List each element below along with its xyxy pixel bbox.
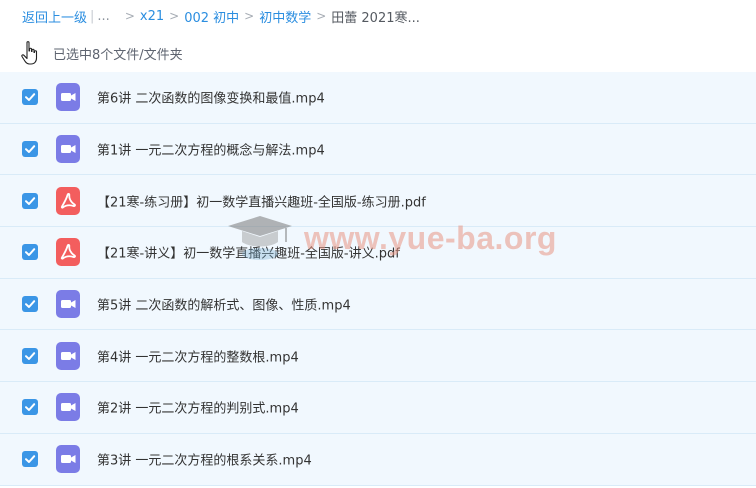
file-name[interactable]: 第3讲 一元二次方程的根系关系.mp4 [97, 450, 312, 469]
file-row[interactable]: 【21寒-讲义】初一数学直播兴趣班-全国版-讲义.pdf [0, 227, 756, 279]
back-link[interactable]: 返回上一级 [22, 7, 87, 26]
checkbox-checked[interactable] [22, 192, 38, 209]
video-file-icon [56, 290, 80, 319]
file-row[interactable]: 第2讲 一元二次方程的判别式.mp4 [0, 382, 756, 434]
file-name[interactable]: 第2讲 一元二次方程的判别式.mp4 [97, 398, 299, 417]
checkbox-checked[interactable] [22, 89, 38, 106]
hand-pointer-icon [20, 40, 42, 66]
file-name[interactable]: 第6讲 二次函数的图像变换和最值.mp4 [97, 88, 325, 107]
breadcrumb-chevron-icon: > [124, 9, 135, 23]
selection-bar: 已选中8个文件/文件夹 [0, 32, 756, 72]
breadcrumb-chevron-icon: > [316, 9, 327, 23]
checkbox-checked[interactable] [22, 451, 38, 468]
file-row[interactable]: 第6讲 二次函数的图像变换和最值.mp4 [0, 72, 756, 124]
breadcrumb-current: 田蕾 2021寒... [331, 10, 420, 26]
file-name[interactable]: 【21寒-练习册】初一数学直播兴趣班-全国版-练习册.pdf [97, 191, 426, 210]
file-name[interactable]: 【21寒-讲义】初一数学直播兴趣班-全国版-讲义.pdf [97, 243, 400, 262]
video-file-icon [56, 83, 80, 112]
checkbox-checked[interactable] [22, 347, 38, 364]
breadcrumb-item-math[interactable]: 初中数学 [259, 7, 311, 26]
pdf-file-icon [56, 186, 80, 215]
breadcrumb-chevron-icon: > [244, 9, 255, 23]
file-row[interactable]: 第4讲 一元二次方程的整数根.mp4 [0, 330, 756, 383]
file-row[interactable]: 第5讲 二次函数的解析式、图像、性质.mp4 [0, 278, 756, 331]
file-name[interactable]: 第4讲 一元二次方程的整数根.mp4 [97, 346, 299, 365]
video-file-icon [56, 445, 80, 474]
checkbox-checked[interactable] [22, 141, 38, 158]
breadcrumb-item-x21[interactable]: x21 [140, 9, 164, 24]
video-file-icon [56, 135, 80, 164]
breadcrumb: 返回上一级 | ... > x21 > 002 初中 > 初中数学 > 田蕾 2… [0, 0, 756, 32]
file-name[interactable]: 第1讲 一元二次方程的概念与解法.mp4 [97, 140, 325, 159]
video-file-icon [56, 393, 80, 422]
pdf-file-icon [56, 238, 80, 267]
file-row[interactable]: 【21寒-练习册】初一数学直播兴趣班-全国版-练习册.pdf [0, 175, 756, 228]
breadcrumb-ellipsis[interactable]: ... [97, 9, 109, 24]
checkbox-checked[interactable] [22, 244, 38, 261]
file-name[interactable]: 第5讲 二次函数的解析式、图像、性质.mp4 [97, 295, 351, 314]
file-row[interactable]: 第1讲 一元二次方程的概念与解法.mp4 [0, 123, 756, 176]
breadcrumb-item-middle-school[interactable]: 002 初中 [184, 7, 239, 26]
file-row[interactable]: 第3讲 一元二次方程的根系关系.mp4 [0, 433, 756, 486]
file-list: 第6讲 二次函数的图像变换和最值.mp4 第1讲 一元二次方程的概念与解法.mp… [0, 72, 756, 486]
checkbox-checked[interactable] [22, 296, 38, 313]
breadcrumb-divider: | [90, 8, 95, 24]
checkbox-checked[interactable] [22, 399, 38, 416]
breadcrumb-chevron-icon: > [169, 9, 180, 23]
selection-status: 已选中8个文件/文件夹 [53, 48, 183, 63]
video-file-icon [56, 341, 80, 370]
